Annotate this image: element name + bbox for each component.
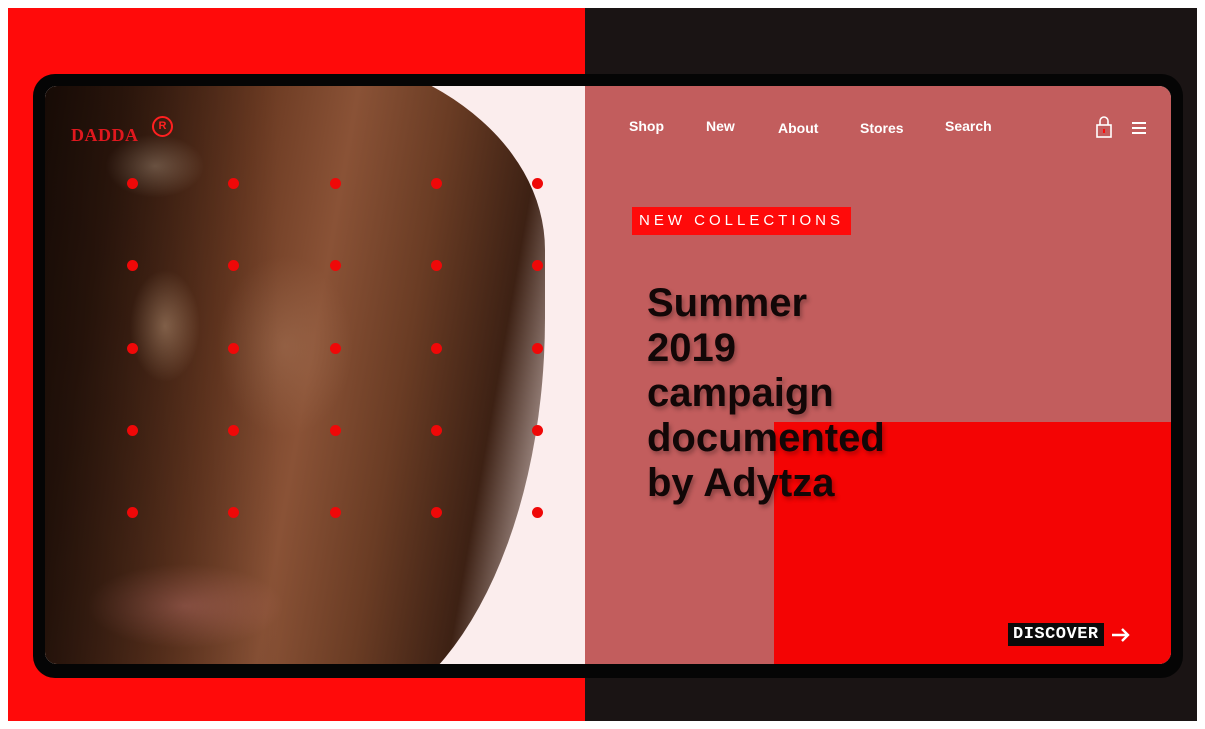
discover-button[interactable]: DISCOVER [1008, 623, 1132, 646]
decorative-dot [330, 260, 341, 271]
decorative-dot [228, 260, 239, 271]
decorative-dot [228, 425, 239, 436]
decorative-dot [330, 425, 341, 436]
decorative-dot [330, 178, 341, 189]
hero-text-panel: Shop New About Stores Search NEW COLLECT… [585, 86, 1171, 664]
discover-label: DISCOVER [1008, 623, 1104, 646]
portrait-shadow [45, 86, 405, 664]
decorative-dot [431, 507, 442, 518]
decorative-dot [228, 343, 239, 354]
decorative-dot [431, 178, 442, 189]
collection-tag: NEW COLLECTIONS [632, 207, 852, 235]
decorative-dot [431, 260, 442, 271]
brand-logo[interactable]: DADDA [71, 125, 139, 146]
decorative-dot [532, 343, 543, 354]
decorative-dot [431, 343, 442, 354]
decorative-dot [228, 178, 239, 189]
decorative-dot [532, 425, 543, 436]
decorative-dot [330, 343, 341, 354]
decorative-dot [127, 425, 138, 436]
nav-item-stores[interactable]: Stores [860, 120, 904, 136]
nav-item-shop[interactable]: Shop [629, 118, 664, 134]
hero-image-panel: DADDA R [45, 86, 585, 664]
nav-item-about[interactable]: About [778, 120, 818, 136]
decorative-dot [127, 260, 138, 271]
decorative-dot [127, 343, 138, 354]
decorative-dot [532, 260, 543, 271]
registered-mark-icon: R [152, 116, 173, 137]
headline-line: documented [647, 416, 885, 460]
landing-page: DADDA R Shop New About Stores Search NEW… [45, 86, 1171, 664]
hero-headline: Summer 2019 campaign documented by Adytz… [647, 281, 1027, 506]
hamburger-menu-icon[interactable] [1132, 122, 1146, 134]
decorative-dot [228, 507, 239, 518]
nav-item-search[interactable]: Search [945, 118, 992, 134]
decorative-dot [532, 178, 543, 189]
arrow-right-icon [1111, 627, 1130, 642]
headline-line: Summer [647, 281, 808, 325]
shopping-bag-icon[interactable] [1096, 116, 1112, 138]
main-nav: Shop New About Stores Search [585, 118, 1171, 142]
decorative-dot [330, 507, 341, 518]
decorative-dot [532, 507, 543, 518]
headline-line: by Adytza [647, 461, 835, 505]
nav-item-new[interactable]: New [706, 118, 735, 134]
decorative-dot [431, 425, 442, 436]
decorative-dot [127, 178, 138, 189]
decorative-dot [127, 507, 138, 518]
headline-line: campaign [647, 371, 834, 415]
headline-line: 2019 [647, 326, 736, 370]
